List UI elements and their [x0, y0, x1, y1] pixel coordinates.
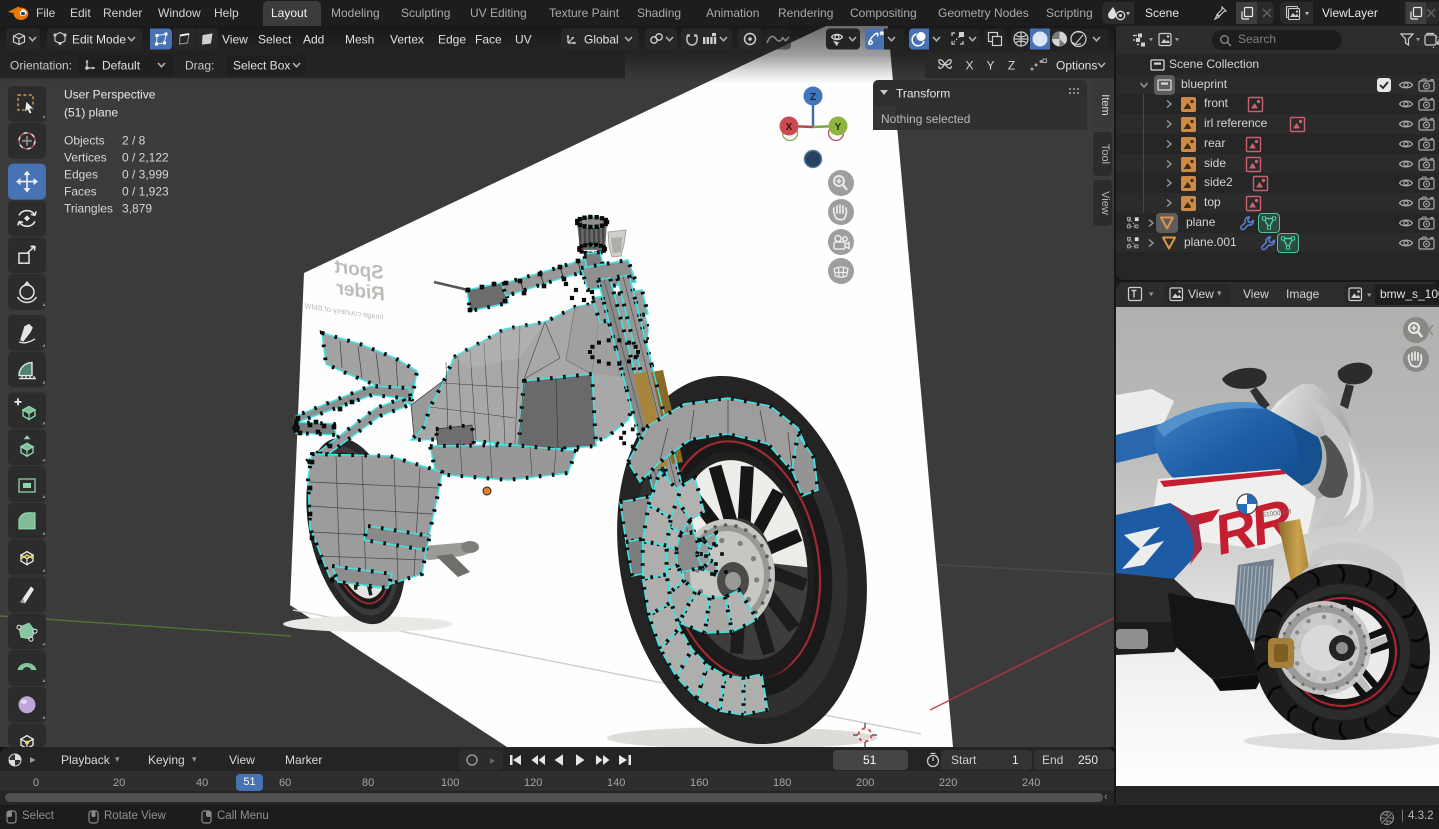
svg-text:Drag:: Drag:	[185, 59, 214, 73]
svg-text:Select: Select	[258, 33, 292, 47]
svg-text:Mesh: Mesh	[345, 33, 374, 47]
svg-text:Transform: Transform	[896, 87, 950, 101]
svg-text:Triangles: Triangles	[64, 202, 113, 216]
svg-text:Global: Global	[584, 33, 619, 47]
svg-text:Y: Y	[835, 122, 842, 133]
svg-text:Edge: Edge	[438, 33, 466, 47]
svg-text:0 / 2,122: 0 / 2,122	[122, 151, 169, 165]
svg-text:Orientation:: Orientation:	[10, 59, 72, 73]
svg-text:Select Box: Select Box	[233, 59, 290, 73]
svg-text:Item: Item	[1099, 94, 1111, 115]
svg-text:3,879: 3,879	[122, 202, 152, 216]
svg-text:View: View	[1099, 191, 1111, 215]
svg-text:2 / 8: 2 / 8	[122, 134, 146, 148]
svg-text:Y: Y	[986, 59, 994, 73]
svg-text:Face: Face	[475, 33, 502, 47]
svg-text:Vertices: Vertices	[64, 151, 107, 165]
svg-text:X: X	[786, 122, 793, 133]
svg-text:Tool: Tool	[1099, 144, 1111, 164]
svg-text:Objects: Objects	[64, 134, 105, 148]
svg-text:Edit Mode: Edit Mode	[72, 33, 126, 47]
svg-text:Nothing selected: Nothing selected	[881, 112, 970, 126]
svg-text:0 / 3,999: 0 / 3,999	[122, 168, 169, 182]
svg-text:UV: UV	[515, 33, 532, 47]
svg-text:Default: Default	[102, 59, 141, 73]
svg-text:Add: Add	[303, 33, 324, 47]
svg-text:View: View	[222, 33, 248, 47]
svg-text:0 / 1,923: 0 / 1,923	[122, 185, 169, 199]
svg-text:Vertex: Vertex	[390, 33, 424, 47]
svg-text:Options: Options	[1056, 59, 1097, 73]
svg-text:(51) plane: (51) plane	[64, 106, 118, 120]
svg-text:Z: Z	[1008, 59, 1015, 73]
svg-text:Edges: Edges	[64, 168, 98, 182]
svg-text:User Perspective: User Perspective	[64, 88, 156, 102]
svg-text:Faces: Faces	[64, 185, 97, 199]
svg-text:Z: Z	[810, 92, 816, 103]
svg-text:X: X	[965, 59, 973, 73]
